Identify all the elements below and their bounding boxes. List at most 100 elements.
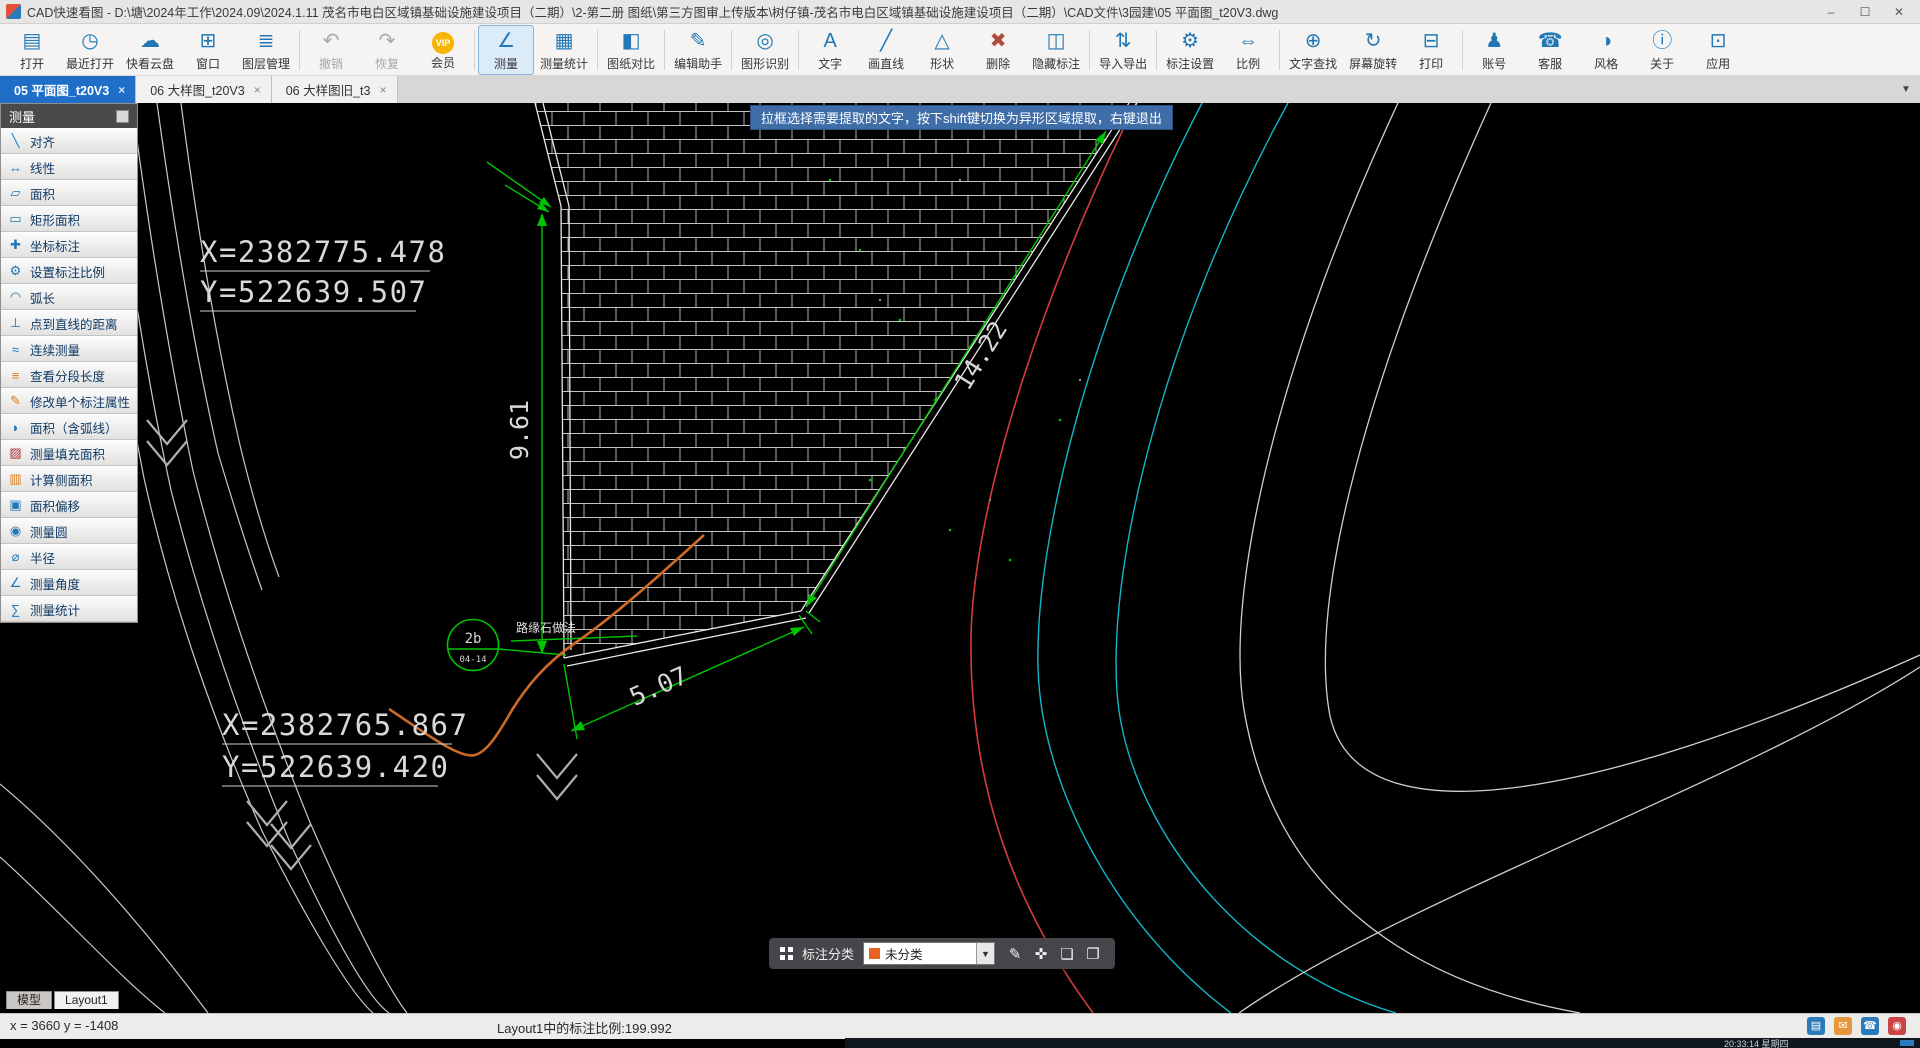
measure-button[interactable]: ∠ 测量: [478, 24, 535, 75]
linear-label: 线性: [30, 161, 56, 176]
tabs-overflow-button[interactable]: ▼: [1892, 76, 1920, 103]
text-search-icon: ⊕: [1304, 29, 1322, 52]
service-icon[interactable]: ☎: [1861, 1017, 1879, 1035]
tab-detail-old-t3[interactable]: 06 大样图旧_t3 ×: [271, 76, 398, 103]
sidebar-item-area-offset[interactable]: ▣ 面积偏移: [1, 492, 137, 518]
sidebar-item-measure-angle[interactable]: ∠ 测量角度: [1, 570, 137, 596]
sidebar-item-calc-side-area[interactable]: ▥ 计算侧面积: [1, 466, 137, 492]
sidebar-item-measure-stats[interactable]: ∑ 测量统计: [1, 596, 137, 622]
point-to-line-distance-icon: ⊥: [9, 315, 22, 330]
close-button[interactable]: ✕: [1882, 1, 1916, 23]
coord1-y-text: Y=522639.507: [200, 275, 428, 309]
measure-angle-label: 测量角度: [30, 577, 81, 592]
sidebar-item-arc-length[interactable]: ◠ 弧长: [1, 284, 137, 310]
paste-icon[interactable]: ❐: [1082, 945, 1104, 963]
sidebar-item-point-to-line-distance[interactable]: ⊥ 点到直线的距离: [1, 310, 137, 336]
cloud-drive-button[interactable]: ☁ 快看云盘: [120, 25, 180, 75]
layout-tab-layout1[interactable]: Layout1: [54, 991, 119, 1009]
shape-recognition-icon: ◎: [756, 29, 774, 52]
shape-label: 形状: [930, 56, 955, 71]
classification-dropdown[interactable]: 未分类 ▼: [863, 942, 996, 965]
shape-recognition-button[interactable]: ◎ 图形识别: [735, 25, 795, 75]
apps-button[interactable]: ⊡ 应用: [1690, 25, 1746, 75]
about-icon: ⓘ: [1652, 29, 1673, 52]
shape-button[interactable]: △ 形状: [914, 25, 970, 75]
style-button[interactable]: ◑ 风格: [1578, 25, 1634, 75]
open-button[interactable]: ▤ 打开: [4, 25, 60, 75]
tab-plan-t20v3[interactable]: 05 平面图_t20V3 ×: [0, 76, 137, 103]
window-button[interactable]: ⊞ 窗口: [180, 25, 236, 75]
panel-dock-button[interactable]: [116, 109, 129, 123]
sidebar-item-radius[interactable]: ⌀ 半径: [1, 544, 137, 570]
measure-label: 测量: [494, 56, 519, 71]
mail-icon[interactable]: ✉: [1834, 1017, 1852, 1035]
radius-icon: ⌀: [11, 549, 20, 564]
draw-line-button[interactable]: ╱ 画直线: [858, 25, 914, 75]
sidebar-item-view-segment-length[interactable]: ≡ 查看分段长度: [1, 362, 137, 388]
account-button[interactable]: ♟ 账号: [1466, 25, 1522, 75]
record-icon[interactable]: ◉: [1888, 1017, 1906, 1035]
set-annotation-scale-label: 设置标注比例: [30, 265, 106, 280]
maximize-button[interactable]: ☐: [1848, 1, 1882, 23]
edit-assistant-button[interactable]: ✎ 编辑助手: [668, 25, 728, 75]
doc-icon[interactable]: ▤: [1807, 1017, 1825, 1035]
vip-member-button[interactable]: VIP 会员: [415, 25, 471, 75]
chevron-down-icon[interactable]: ▼: [976, 943, 995, 964]
road-chevrons: [146, 419, 578, 871]
drawing-canvas[interactable]: X=2382775.478 Y=522639.507 X=2382765.867…: [0, 103, 1920, 1013]
print-icon: ⊟: [1422, 29, 1440, 52]
app-window: CAD快速看图 - D:\塘\2024年工作\2024.09\2024.1.11…: [0, 0, 1920, 1048]
layout-tab-model[interactable]: 模型: [6, 991, 53, 1009]
sidebar-item-measure-fill-area[interactable]: ▨ 测量填充面积: [1, 440, 137, 466]
sidebar-item-align[interactable]: ╲ 对齐: [1, 128, 137, 154]
print-button[interactable]: ⊟ 打印: [1403, 25, 1459, 75]
close-icon[interactable]: ×: [379, 83, 386, 97]
sidebar-item-area[interactable]: ▱ 面积: [1, 180, 137, 206]
sidebar-item-linear[interactable]: ↔ 线性: [1, 154, 137, 180]
text-search-button[interactable]: ⊕ 文字查找: [1283, 25, 1343, 75]
minimize-button[interactable]: –: [1814, 1, 1848, 23]
about-button[interactable]: ⓘ 关于: [1634, 25, 1690, 75]
text-button[interactable]: A 文字: [802, 25, 858, 75]
statusbar-icons: ▤ ✉ ☎ ◉: [1807, 1017, 1906, 1035]
sidebar-item-area-with-arc[interactable]: ◗ 面积（含弧线）: [1, 414, 137, 440]
edit-icon[interactable]: ✎: [1004, 945, 1026, 963]
scale-button[interactable]: ⇔ 比例: [1220, 25, 1276, 75]
hide-annotation-button[interactable]: ◫ 隐藏标注: [1026, 25, 1086, 75]
move-icon[interactable]: ✜: [1030, 945, 1052, 963]
drawing-compare-button[interactable]: ◧ 图纸对比: [601, 25, 661, 75]
taskbar-tray-icon[interactable]: [1900, 1040, 1914, 1046]
customer-service-button[interactable]: ☎ 客服: [1522, 25, 1578, 75]
sidebar-item-coordinate-annotation[interactable]: ✚ 坐标标注: [1, 232, 137, 258]
measure-panel-items: ╲ 对齐 ↔ 线性 ▱ 面积 ▭ 矩形面积 ✚ 坐标标注 ⚙ 设置标注比例 ◠ 弧长 ⊥ 点到直线的距离 ≈ 连续…: [1, 128, 137, 622]
delete-button[interactable]: ✖ 删除: [970, 25, 1026, 75]
sidebar-item-continuous-measure[interactable]: ≈ 连续测量: [1, 336, 137, 362]
annotation-settings-button[interactable]: ⚙ 标注设置: [1160, 25, 1220, 75]
annotation-settings-label: 标注设置: [1166, 56, 1215, 71]
copy-icon[interactable]: ❏: [1056, 945, 1078, 963]
white-curve-3: [1238, 666, 1920, 1013]
shape-recognition-label: 图形识别: [741, 56, 790, 71]
continuous-measure-label: 连续测量: [30, 343, 81, 358]
sidebar-item-modify-annotation-property[interactable]: ✎ 修改单个标注属性: [1, 388, 137, 414]
measure-icon: ∠: [497, 29, 516, 52]
recent-open-button[interactable]: ◷ 最近打开: [60, 25, 120, 75]
close-icon[interactable]: ×: [118, 83, 125, 97]
sidebar-item-rect-area[interactable]: ▭ 矩形面积: [1, 206, 137, 232]
measure-stats-label: 测量统计: [30, 603, 81, 618]
classify-grid-icon[interactable]: [780, 947, 793, 960]
edit-assistant-label: 编辑助手: [674, 56, 723, 71]
window-title: CAD快速看图 - D:\塘\2024年工作\2024.09\2024.1.11…: [27, 6, 1279, 20]
sidebar-item-measure-circle[interactable]: ◉ 测量圆: [1, 518, 137, 544]
cursor-coordinates: x = 3660 y = -1408: [10, 1018, 119, 1033]
layer-manager-button[interactable]: ≣ 图层管理: [236, 25, 296, 75]
close-icon[interactable]: ×: [254, 83, 261, 97]
sidebar-item-set-annotation-scale[interactable]: ⚙ 设置标注比例: [1, 258, 137, 284]
open-icon: ▤: [22, 29, 42, 52]
bubble-top-text: 2b: [465, 631, 482, 647]
coordinate-annotation-icon: ✚: [10, 237, 21, 252]
tab-detail-t20v3[interactable]: 06 大样图_t20V3 ×: [136, 76, 272, 103]
measure-statistics-button[interactable]: ▦ 测量统计: [534, 25, 594, 75]
import-export-button[interactable]: ⇅ 导入导出: [1093, 25, 1153, 75]
screen-rotate-button[interactable]: ↻ 屏幕旋转: [1343, 25, 1403, 75]
